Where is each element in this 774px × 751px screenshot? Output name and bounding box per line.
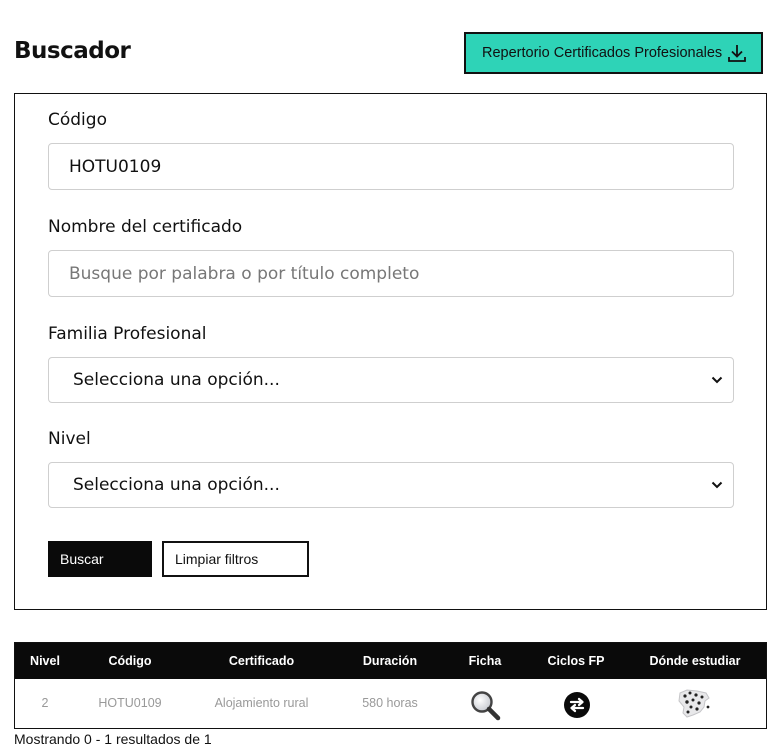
clear-filters-button[interactable]: Limpiar filtros: [162, 541, 309, 577]
column-header-nivel: Nivel: [30, 654, 60, 668]
nombre-input[interactable]: Busque por palabra o por título completo: [48, 250, 734, 297]
download-icon: [728, 45, 746, 62]
results-summary: Mostrando 0 - 1 resultados de 1: [14, 731, 212, 747]
nivel-label: Nivel: [48, 429, 91, 449]
nivel-select[interactable]: Selecciona una opción...: [48, 462, 734, 508]
search-button[interactable]: Buscar: [48, 541, 152, 577]
cell-certificado: Alojamiento rural: [214, 696, 309, 710]
column-header-donde: Dónde estudiar: [649, 654, 741, 668]
download-repertorio-button[interactable]: Repertorio Certificados Profesionales: [464, 32, 763, 74]
chevron-down-icon: [711, 481, 723, 489]
page-title: Buscador: [14, 38, 131, 64]
magnifier-icon[interactable]: [469, 689, 501, 721]
swap-arrows-icon[interactable]: [563, 691, 591, 719]
chevron-down-icon: [711, 376, 723, 384]
familia-select-value: Selecciona una opción...: [73, 370, 280, 390]
download-button-label: Repertorio Certificados Profesionales: [482, 45, 723, 61]
search-form-panel: Código HOTU0109 Nombre del certificado B…: [14, 93, 767, 610]
table-row: 2 HOTU0109 Alojamiento rural 580 horas: [15, 679, 766, 728]
nombre-label: Nombre del certificado: [48, 217, 243, 237]
cell-duracion: 580 horas: [362, 696, 418, 710]
column-header-ciclos: Ciclos FP: [547, 654, 605, 668]
codigo-input[interactable]: HOTU0109: [48, 143, 734, 190]
results-table: Nivel Código Certificado Duración Ficha …: [14, 642, 767, 729]
nivel-select-value: Selecciona una opción...: [73, 475, 280, 495]
column-header-duracion: Duración: [362, 654, 418, 668]
familia-select[interactable]: Selecciona una opción...: [48, 357, 734, 403]
column-header-ficha: Ficha: [468, 654, 502, 668]
cell-codigo: HOTU0109: [98, 696, 162, 710]
familia-label: Familia Profesional: [48, 324, 207, 344]
codigo-label: Código: [48, 110, 107, 130]
column-header-codigo: Código: [108, 654, 152, 668]
table-header: Nivel Código Certificado Duración Ficha …: [15, 643, 766, 679]
spain-map-icon[interactable]: [675, 687, 713, 721]
column-header-certificado: Certificado: [228, 654, 295, 668]
cell-nivel: 2: [41, 696, 49, 710]
